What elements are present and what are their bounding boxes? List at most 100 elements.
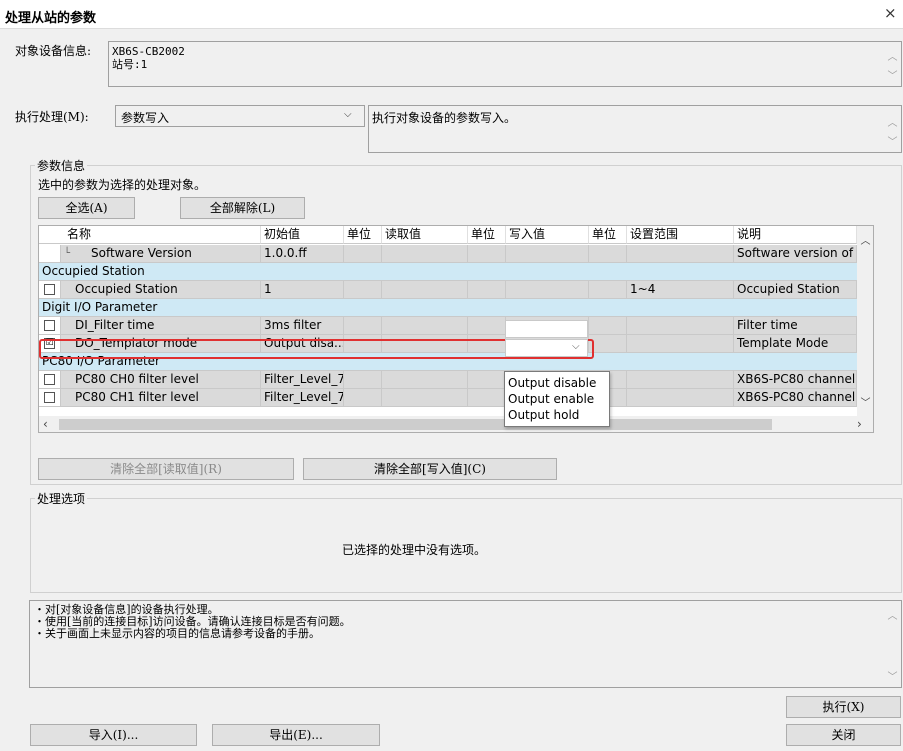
title-bar: 处理从站的参数 ×: [0, 0, 903, 29]
grid-row[interactable]: DI_Filter time 3ms filter Filter time: [39, 317, 857, 335]
column-header-init[interactable]: 初始值: [261, 226, 344, 244]
column-header-range[interactable]: 设置范围: [627, 226, 734, 244]
notes-text: ・对[对象设备信息]的设备执行处理。 ・使用[当前的连接目标]访问设备。请确认连接…: [34, 604, 351, 640]
cell-range: [627, 245, 734, 263]
cell-desc: XB6S-PC80 channel filt: [734, 389, 857, 407]
scroll-right-icon[interactable]: ›: [857, 417, 862, 431]
hscroll-thumb[interactable]: [59, 419, 772, 430]
import-button[interactable]: 导入(I)...: [30, 724, 197, 746]
cell-init: 1.0.0.ff: [261, 245, 344, 263]
clear-write-values-button[interactable]: 清除全部[写入值](C): [303, 458, 557, 480]
close-button[interactable]: 关闭: [786, 724, 901, 746]
write-value-input[interactable]: [505, 320, 588, 338]
column-header-read[interactable]: 读取值: [382, 226, 468, 244]
write-value-dropdown: Output disable Output enable Output hold: [504, 371, 610, 427]
scroll-down-icon[interactable]: ﹀: [884, 668, 901, 683]
grid-row[interactable]: PC80 CH0 filter level Filter_Level_7 XB6S-…: [39, 371, 857, 389]
grid-row[interactable]: └ Software Version 1.0.0.ff Software versio…: [39, 245, 857, 263]
grid-header: 名称 初始值 单位 读取值 单位 写入值 单位 设置范围 说明: [39, 226, 857, 244]
export-button[interactable]: 导出(E)...: [212, 724, 380, 746]
notes-scrollbar[interactable]: ︿ ﹀: [884, 601, 901, 687]
row-checkbox[interactable]: [44, 284, 55, 295]
row-checkbox-cell: [39, 317, 61, 335]
cell-desc: Template Mode: [734, 335, 857, 353]
column-header-unit1[interactable]: 单位: [344, 226, 382, 244]
param-name-text: PC80 CH1 filter level: [75, 390, 199, 404]
column-header-write[interactable]: 写入值: [506, 226, 589, 244]
chevron-down-icon[interactable]: ⌵: [344, 109, 352, 120]
grid-hscrollbar[interactable]: ‹ ›: [39, 416, 873, 432]
notes-box: ・对[对象设备信息]的设备执行处理。 ・使用[当前的连接目标]访问设备。请确认连接…: [29, 600, 902, 688]
scroll-left-icon[interactable]: ‹: [43, 417, 48, 431]
cell-write: [506, 245, 589, 263]
row-checkbox-cell: [39, 371, 61, 389]
scroll-up-icon[interactable]: ︿: [884, 607, 901, 622]
cell-unit2: [468, 389, 506, 407]
execution-select-value: 参数写入: [121, 111, 170, 125]
scroll-down-icon[interactable]: ﹀: [884, 67, 901, 82]
cell-unit1: [344, 389, 382, 407]
write-value-select[interactable]: ⌵: [505, 339, 588, 357]
execute-button[interactable]: 执行(X): [786, 696, 901, 718]
cell-unit3: [589, 335, 627, 353]
grid-row[interactable]: Occupied Station 1 1~4 Occupied Station: [39, 281, 857, 299]
scroll-up-icon[interactable]: ︿: [884, 48, 901, 63]
param-name: PC80 CH1 filter level: [61, 389, 261, 407]
description-scrollbar[interactable]: ︿ ﹀: [884, 106, 901, 152]
chevron-down-icon[interactable]: ⌵: [572, 341, 580, 352]
scroll-down-icon[interactable]: ﹀: [884, 133, 901, 148]
cell-init: 3ms filter: [261, 317, 344, 335]
cell-init: Filter_Level_7: [261, 389, 344, 407]
cell-unit3: [589, 281, 627, 299]
column-header-unit3[interactable]: 单位: [589, 226, 627, 244]
cell-unit1: [344, 371, 382, 389]
column-header-desc[interactable]: 说明: [734, 226, 857, 244]
scroll-up-icon[interactable]: ︿: [857, 232, 873, 247]
execution-description-text: 执行对象设备的参数写入。: [372, 111, 517, 125]
grid-vscrollbar[interactable]: ︿ ﹀: [857, 226, 873, 416]
param-name: └ Software Version: [61, 245, 261, 263]
grid-row[interactable]: PC80 CH1 filter level Filter_Level_7 XB6S-…: [39, 389, 857, 407]
cell-unit1: [344, 317, 382, 335]
execution-label: 执行处理(M):: [15, 110, 89, 124]
row-checkbox[interactable]: [44, 392, 55, 403]
cell-read: [382, 245, 468, 263]
cell-range: [627, 389, 734, 407]
cell-range: 1~4: [627, 281, 734, 299]
no-options-text: 已选择的处理中没有选项。: [342, 543, 487, 557]
param-name-text: PC80 CH0 filter level: [75, 372, 199, 386]
grid-section-header[interactable]: Occupied Station: [39, 263, 857, 281]
cell-read: [382, 389, 468, 407]
cell-unit2: [468, 281, 506, 299]
dropdown-option[interactable]: Output disable: [505, 375, 609, 391]
param-name: DI_Filter time: [61, 317, 261, 335]
cell-desc: Software version of the: [734, 245, 857, 263]
scroll-up-icon[interactable]: ︿: [884, 114, 901, 129]
cell-range: [627, 371, 734, 389]
column-header-name[interactable]: 名称: [39, 226, 261, 244]
execution-select[interactable]: 参数写入 ⌵: [115, 105, 365, 127]
dropdown-option[interactable]: Output enable: [505, 391, 609, 407]
dropdown-option[interactable]: Output hold: [505, 407, 609, 423]
tree-branch-icon: └: [64, 248, 71, 259]
cell-unit2: [468, 371, 506, 389]
parameter-grid: 名称 初始值 单位 读取值 单位 写入值 单位 设置范围 说明 └ Software Versio…: [38, 225, 874, 433]
clear-read-values-button[interactable]: 清除全部[读取值](R): [38, 458, 294, 480]
deselect-all-button[interactable]: 全部解除(L): [180, 197, 305, 219]
note-line: ・关于画面上未显示内容的项目的信息请参考设备的手册。: [34, 627, 320, 640]
cell-unit2: [468, 317, 506, 335]
target-scrollbar[interactable]: ︿ ﹀: [884, 42, 901, 86]
param-info-group-label: 参数信息: [35, 157, 88, 174]
row-checkbox[interactable]: [44, 320, 55, 331]
close-icon[interactable]: ×: [884, 4, 897, 22]
select-all-button[interactable]: 全选(A): [38, 197, 135, 219]
cell-read: [382, 281, 468, 299]
row-checkbox[interactable]: [44, 374, 55, 385]
scroll-down-icon[interactable]: ﹀: [857, 394, 873, 409]
execution-description: 执行对象设备的参数写入。 ︿ ﹀: [368, 105, 902, 153]
cell-unit3: [589, 317, 627, 335]
cell-write: [506, 281, 589, 299]
param-name: Occupied Station: [61, 281, 261, 299]
column-header-unit2[interactable]: 单位: [468, 226, 506, 244]
grid-section-header[interactable]: Digit I/O Parameter: [39, 299, 857, 317]
